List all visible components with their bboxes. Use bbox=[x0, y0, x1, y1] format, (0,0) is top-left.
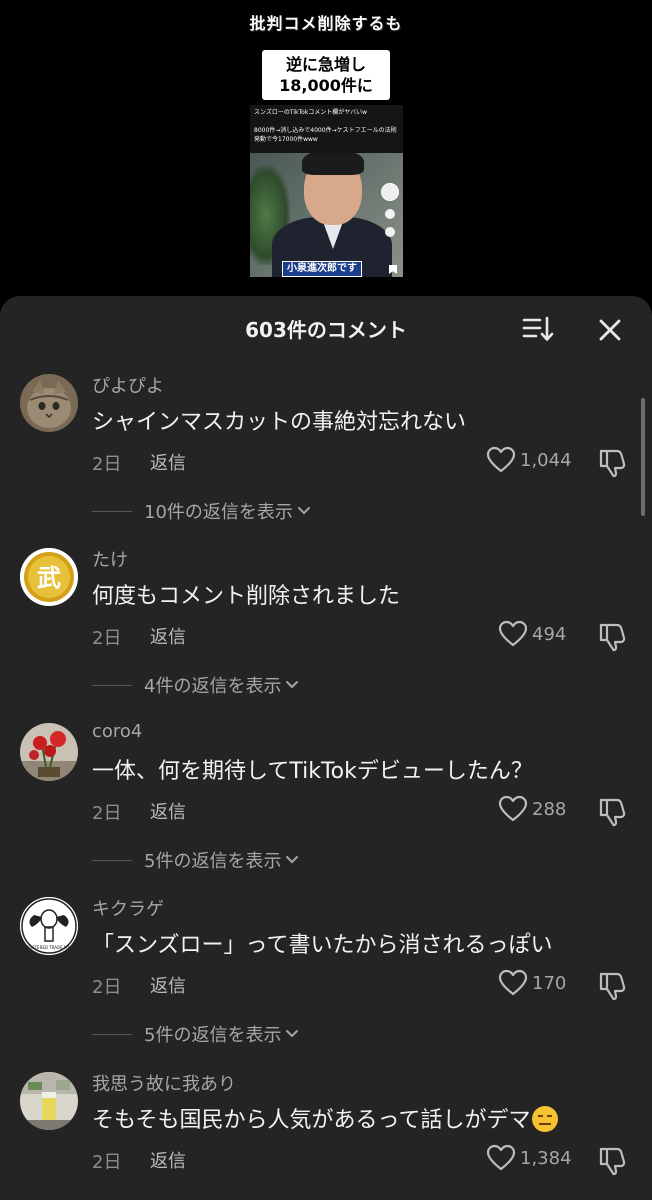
avatar[interactable] bbox=[20, 1072, 78, 1130]
comment-text: そもそも国民から人気があるって話しがデマ bbox=[92, 1102, 559, 1134]
view-replies-button[interactable]: 5件の返信を表示 bbox=[92, 1021, 299, 1047]
close-button[interactable] bbox=[596, 316, 624, 344]
like-count: 494 bbox=[532, 623, 567, 645]
comment-age: 2日 bbox=[92, 803, 122, 824]
view-replies-button[interactable]: 5件の返信を表示 bbox=[92, 847, 299, 873]
thumb-header: スンズローのTikTokコメント欄がヤバいw 8000件→消し込みで4000件→… bbox=[250, 105, 403, 153]
like-count: 170 bbox=[532, 972, 567, 994]
divider bbox=[92, 510, 132, 512]
view-replies-button[interactable]: 4件の返信を表示 bbox=[92, 672, 299, 698]
thumb-comment-icon bbox=[385, 227, 395, 237]
comments-sheet: 603件のコメント ぴよぴよ シャインマスカットの事絶対忘れない 2日 返信 1… bbox=[0, 296, 652, 1200]
heart-icon bbox=[498, 795, 528, 822]
reply-button[interactable]: 返信 bbox=[150, 972, 186, 998]
heart-icon bbox=[498, 620, 528, 647]
chevron-down-icon bbox=[297, 507, 310, 515]
video-top-caption: 批判コメ削除するも bbox=[249, 14, 403, 33]
thumb-heart-icon bbox=[385, 209, 395, 219]
username[interactable]: 我思う故に我あり bbox=[92, 1070, 236, 1096]
avatar-logo-text: REGISTERED TRADE MARK bbox=[22, 945, 75, 950]
chevron-down-icon bbox=[286, 681, 299, 689]
avatar[interactable]: REGISTERED TRADE MARK bbox=[20, 897, 78, 955]
thumb-title: スンズローのTikTokコメント欄がヤバいw bbox=[254, 109, 368, 116]
thumbs-down-icon bbox=[599, 623, 626, 652]
trademark-logo-avatar-icon: REGISTERED TRADE MARK bbox=[20, 897, 78, 955]
divider bbox=[92, 1033, 132, 1035]
avatar[interactable] bbox=[20, 374, 78, 432]
view-replies-button[interactable]: 10件の返信を表示 bbox=[92, 498, 311, 524]
username[interactable]: たけ bbox=[92, 546, 128, 572]
like-button[interactable]: 288 bbox=[498, 795, 566, 823]
chevron-down-icon bbox=[286, 1030, 299, 1038]
thumbs-down-icon bbox=[599, 449, 626, 478]
heart-icon bbox=[486, 1144, 516, 1171]
like-count: 1,384 bbox=[520, 1147, 572, 1169]
avatar-char: 武 bbox=[37, 564, 61, 592]
comment-text: 「スンズロー」って書いたから消されるっぽい bbox=[92, 933, 553, 958]
like-button[interactable]: 1,384 bbox=[486, 1144, 572, 1172]
thumbs-down-icon bbox=[599, 798, 626, 827]
like-button[interactable]: 494 bbox=[498, 620, 566, 648]
reply-button[interactable]: 返信 bbox=[150, 623, 186, 649]
view-replies-label: 4件の返信を表示 bbox=[144, 676, 282, 697]
username[interactable]: ぴよぴよ bbox=[92, 372, 164, 398]
comment-age: 2日 bbox=[92, 628, 122, 649]
dislike-button[interactable] bbox=[597, 797, 629, 827]
like-count: 288 bbox=[532, 798, 567, 820]
view-replies-label: 5件の返信を表示 bbox=[144, 851, 282, 872]
comment-text-body: そもそも国民から人気があるって話しがデマ bbox=[92, 1108, 531, 1133]
reply-button[interactable]: 返信 bbox=[150, 798, 186, 824]
thumb-side-actions bbox=[381, 183, 399, 237]
thumb-bookmark-icon bbox=[389, 265, 397, 274]
headline-line2: 18,000件に bbox=[279, 76, 373, 95]
like-button[interactable]: 170 bbox=[498, 969, 566, 997]
kanji-badge-avatar-icon: 武 bbox=[20, 548, 78, 606]
username[interactable]: キクラゲ bbox=[92, 895, 164, 921]
view-replies-label: 10件の返信を表示 bbox=[144, 502, 293, 523]
comment-text: シャインマスカットの事絶対忘れない bbox=[92, 410, 467, 435]
expressionless-face-icon bbox=[532, 1106, 559, 1132]
chevron-down-icon bbox=[286, 856, 299, 864]
headline-line1: 逆に急増し bbox=[285, 55, 366, 74]
dislike-button[interactable] bbox=[597, 622, 629, 652]
scrollbar[interactable] bbox=[641, 398, 645, 516]
comment-age: 2日 bbox=[92, 454, 122, 475]
avatar[interactable] bbox=[20, 723, 78, 781]
dislike-button[interactable] bbox=[597, 448, 629, 478]
thumbs-down-icon bbox=[599, 1147, 626, 1176]
drink-avatar-icon bbox=[20, 1072, 78, 1130]
thumb-avatar bbox=[381, 183, 399, 201]
sheet-header: 603件のコメント bbox=[0, 296, 652, 360]
comment-text: 何度もコメント削除されました bbox=[92, 584, 401, 609]
video-thumbnail[interactable]: スンズローのTikTokコメント欄がヤバいw 8000件→消し込みで4000件→… bbox=[250, 105, 403, 277]
sort-button[interactable] bbox=[522, 316, 556, 342]
like-count: 1,044 bbox=[520, 449, 572, 471]
dislike-button[interactable] bbox=[597, 1146, 629, 1176]
divider bbox=[92, 684, 132, 686]
reply-button[interactable]: 返信 bbox=[150, 1147, 186, 1173]
video-headline: 逆に急増し 18,000件に bbox=[262, 50, 390, 100]
comment-age: 2日 bbox=[92, 977, 122, 998]
sort-icon bbox=[522, 316, 554, 341]
username[interactable]: coro4 bbox=[92, 721, 142, 742]
view-replies-label: 5件の返信を表示 bbox=[144, 1025, 282, 1046]
reply-button[interactable]: 返信 bbox=[150, 449, 186, 475]
video-preview[interactable]: 批判コメ削除するも 逆に急増し 18,000件に スンズローのTikTokコメン… bbox=[0, 0, 652, 296]
thumbs-down-icon bbox=[599, 972, 626, 1001]
heart-icon bbox=[498, 969, 528, 996]
comment-text: 一体、何を期待してTikTokデビューしたん？ bbox=[92, 759, 533, 784]
thumb-subtitle: 8000件→消し込みで4000件→ケストフエールの法則発動で今17000件www bbox=[254, 127, 397, 143]
cat-avatar-icon bbox=[20, 374, 78, 432]
flower-avatar-icon bbox=[20, 723, 78, 781]
close-icon bbox=[599, 319, 621, 341]
divider bbox=[92, 859, 132, 861]
comment-age: 2日 bbox=[92, 1152, 122, 1173]
avatar[interactable]: 武 bbox=[20, 548, 78, 606]
thumb-name-caption: 小泉進次郎です bbox=[282, 261, 362, 277]
heart-icon bbox=[486, 446, 516, 473]
dislike-button[interactable] bbox=[597, 971, 629, 1001]
like-button[interactable]: 1,044 bbox=[486, 446, 572, 474]
